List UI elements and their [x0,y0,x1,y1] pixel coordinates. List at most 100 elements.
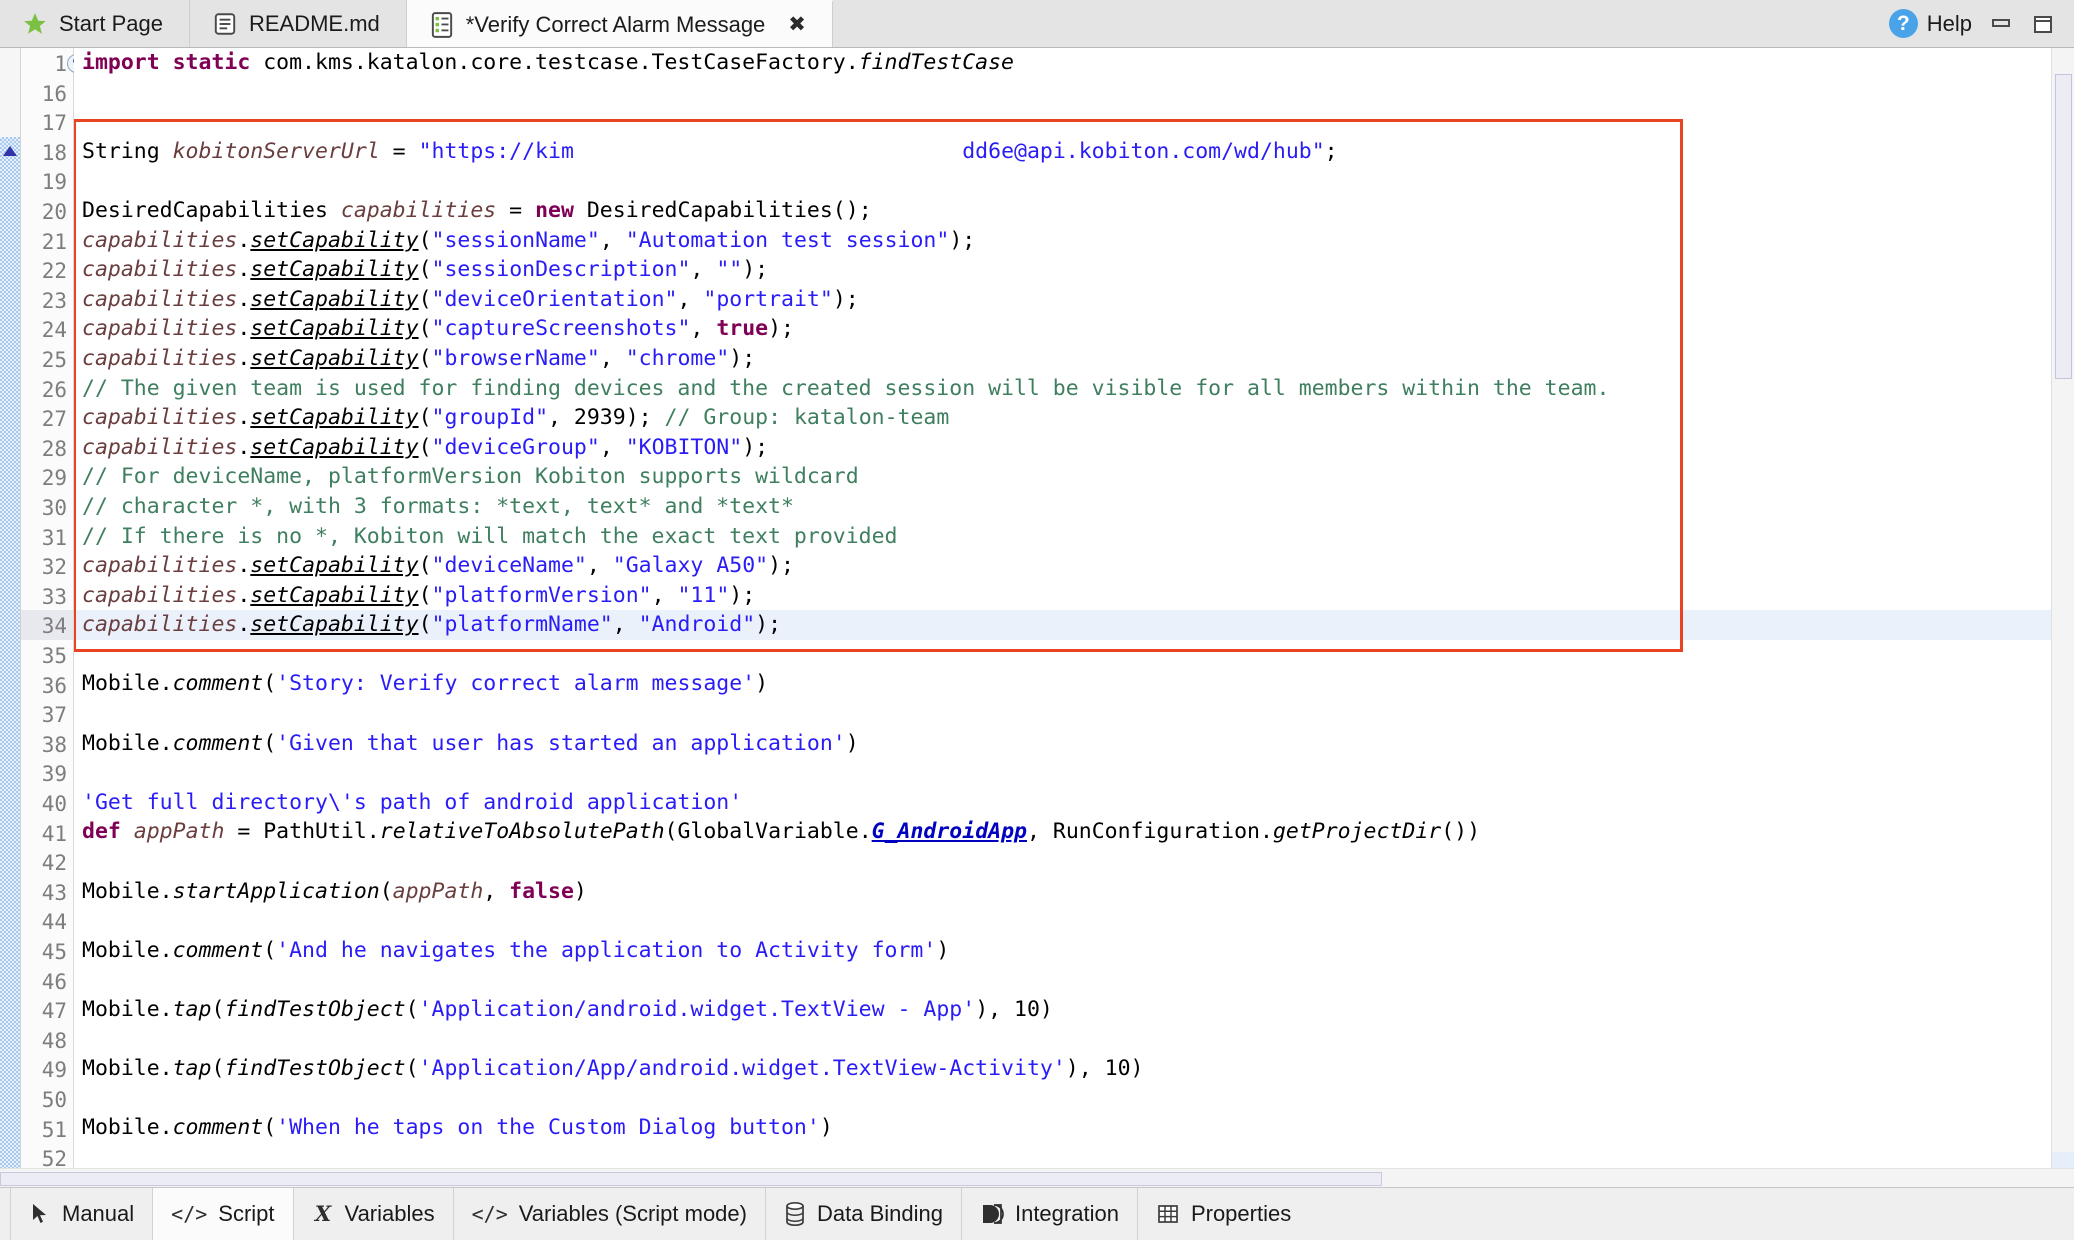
window-controls: ? Help [1879,0,2074,47]
code-line: Mobile.comment('Given that user has star… [74,729,2051,759]
line-number: 17 [42,113,67,134]
code-token: setCapability [250,257,418,282]
code-token: findTestObject [224,1056,405,1081]
code-text-area[interactable]: import static com.kms.katalon.core.testc… [74,48,2051,1168]
code-token: import static [82,50,263,75]
bottom-tab-integration[interactable]: Integration [962,1188,1138,1240]
code-token: true [716,316,768,341]
horizontal-scrollbar-thumb[interactable] [0,1172,1382,1186]
code-token: ) [820,1115,833,1140]
line-number: 27 [42,409,67,430]
editor-tab-3[interactable]: *Verify Correct Alarm Message ✖ [407,0,833,47]
code-line: Mobile.startApplication(appPath, false) [74,877,2051,907]
code-token: "KOBITON" [626,435,743,460]
minimize-icon[interactable] [1988,11,2014,37]
code-token: ( [419,405,432,430]
editor-tab-2[interactable]: README.md [190,0,407,47]
code-token: ( [419,257,432,282]
code-token: capabilities [82,287,237,312]
line-number: 42 [42,853,67,874]
line-number: 48 [42,1031,67,1052]
code-token: String [82,139,173,164]
code-token: "deviceGroup" [432,435,600,460]
code-token: Mobile. [82,938,173,963]
code-token: com.kms.katalon.core.testcase.TestCaseFa… [263,50,858,75]
line-number: 33 [42,587,67,608]
code-token: ( [419,287,432,312]
code-icon: </> [171,1202,207,1226]
code-token: . [237,287,250,312]
code-line [74,1084,2051,1114]
code-token: capabilities [82,316,237,341]
code-line: Mobile.tap(findTestObject('Application/a… [74,995,2051,1025]
code-line-import: import static com.kms.katalon.core.testc… [74,48,2051,78]
code-line: capabilities.setCapability("groupId", 29… [74,403,2051,433]
code-token: "chrome" [626,346,730,371]
bottom-tab-properties[interactable]: Properties [1138,1188,1309,1240]
code-token: comment [173,671,264,696]
bottom-tab-variables-script-mode[interactable]: </>Variables (Script mode) [454,1188,766,1240]
code-line [74,965,2051,995]
help-label: Help [1927,11,1972,37]
horizontal-scrollbar[interactable] [0,1168,2074,1187]
code-token: ( [419,346,432,371]
code-line: capabilities.setCapability("sessionDescr… [74,255,2051,285]
code-token: ( [263,1115,276,1140]
code-token: ( [419,435,432,460]
code-token: ), 10) [975,997,1053,1022]
code-token: // Group: katalon-team [665,405,950,430]
katalon-editor-window: Start PageREADME.md*Verify Correct Alarm… [0,0,2074,1240]
line-number: 40 [42,794,67,815]
code-token: ( [419,612,432,637]
close-icon[interactable]: ✖ [788,14,806,35]
code-token: , [613,612,639,637]
database-icon [784,1201,806,1227]
code-token: setCapability [250,612,418,637]
vertical-scrollbar[interactable] [2051,48,2074,1168]
code-token: "Automation test session" [626,228,950,253]
code-token: = [380,139,419,164]
help-button[interactable]: ? Help [1889,9,1972,38]
bottom-tab-manual[interactable]: Manual [10,1188,153,1240]
code-token: = PathUtil. [224,819,379,844]
line-number: 36 [42,676,67,697]
code-token: . [237,316,250,341]
code-token: ); [742,435,768,460]
code-token: capabilities [82,257,237,282]
code-token: setCapability [250,346,418,371]
maximize-icon[interactable] [2030,11,2056,37]
line-number: 38 [42,735,67,756]
code-token: 'Story: Verify correct alarm message' [276,671,755,696]
bottom-tab-script[interactable]: </>Script [153,1188,293,1240]
code-token: ( [419,228,432,253]
help-icon: ? [1889,9,1918,38]
code-line [74,640,2051,670]
line-number: 34 [42,616,67,637]
bottom-tab-data-binding[interactable]: Data Binding [766,1188,962,1240]
bottom-tab-label: Manual [62,1201,134,1227]
code-token: ( [406,1056,419,1081]
code-token: "" [716,257,742,282]
bottom-tab-variables[interactable]: XVariables [294,1188,454,1240]
code-token: findTestCase [859,50,1014,75]
code-token: , 2939); [548,405,665,430]
annotation-ruler[interactable] [0,48,21,1168]
editor-tab-label: *Verify Correct Alarm Message [466,12,766,38]
warning-marker-icon[interactable] [3,146,17,156]
code-token: ); [742,257,768,282]
code-line: capabilities.setCapability("browserName"… [74,344,2051,374]
code-token: ) [755,671,768,696]
code-editor[interactable]: 1⊕16171819202122232425262728293031323334… [0,48,2074,1168]
code-token: setCapability [250,405,418,430]
code-token: 'Get full directory\'s path of android a… [82,790,742,815]
code-token: "Galaxy A50" [613,553,768,578]
editor-tab-1[interactable]: Start Page [0,0,190,47]
code-token: ( [263,671,276,696]
vertical-scrollbar-thumb[interactable] [2055,74,2072,379]
code-token: ); [768,553,794,578]
code-token: capabilities [82,612,237,637]
variables-icon: X [312,1202,334,1226]
code-token: setCapability [250,287,418,312]
code-token: dd6e@api.kobiton.com/wd/hub" [962,139,1324,164]
code-line [74,1025,2051,1055]
